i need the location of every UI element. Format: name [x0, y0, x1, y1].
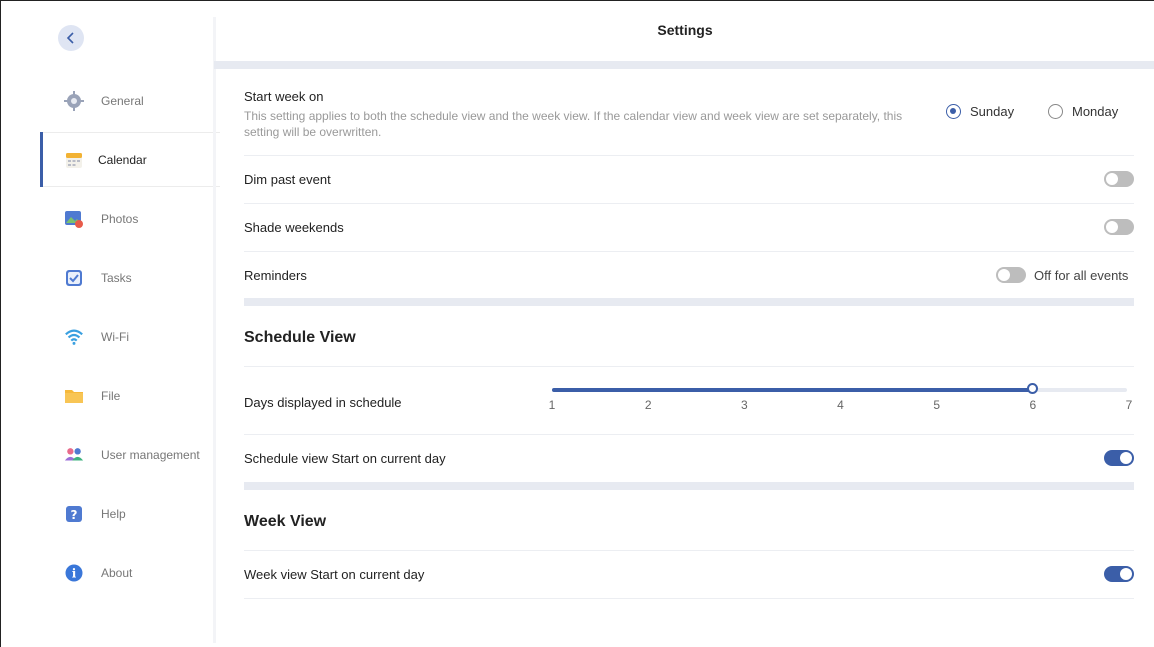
start-week-label: Start week on [244, 89, 324, 104]
photos-icon [64, 209, 84, 229]
days-slider-fill [552, 388, 1033, 392]
slider-tick-label: 5 [933, 398, 940, 412]
slider-tick-label: 2 [644, 398, 652, 412]
schedule-start-current-row: Schedule view Start on current day [244, 435, 1134, 482]
header-divider [214, 61, 1154, 69]
shade-weekends-toggle[interactable] [1104, 219, 1134, 235]
calendar-icon [64, 150, 84, 170]
gear-icon [64, 90, 84, 111]
start-week-row: Start week on This setting applies to bo… [244, 69, 1134, 156]
sidebar-item-label: User management [101, 447, 200, 462]
sidebar-item-general[interactable]: General [1, 73, 220, 128]
help-icon: ? [64, 504, 84, 524]
radio-monday-label: Monday [1072, 104, 1119, 119]
slider-tick-label: 6 [1029, 398, 1037, 412]
slider-tick-label: 4 [837, 398, 844, 412]
sidebar-item-label: General [101, 93, 144, 108]
sidebar-item-tasks[interactable]: Tasks [1, 250, 220, 305]
start-week-description: This setting applies to both the schedul… [244, 109, 903, 139]
slider-tick-label: 1 [548, 398, 556, 412]
sidebar-item-calendar[interactable]: Calendar [1, 132, 220, 187]
sidebar-item-file[interactable]: File [1, 368, 220, 423]
shade-weekends-row: Shade weekends [244, 204, 1134, 252]
sidebar-divider [213, 17, 216, 643]
back-button[interactable] [58, 25, 84, 51]
slider-tick-label: 3 [740, 398, 748, 412]
section-divider [244, 298, 1134, 306]
checkbox-icon [64, 268, 84, 288]
schedule-view-title: Schedule View [244, 329, 356, 346]
chevron-left-icon [66, 32, 74, 44]
folder-icon [64, 386, 84, 406]
sidebar-item-help[interactable]: ? Help [1, 486, 220, 541]
dim-past-label: Dim past event [244, 172, 331, 187]
radio-selected-icon [946, 104, 961, 119]
info-icon: i [64, 563, 84, 583]
sidebar-item-label: Photos [101, 211, 139, 226]
week-view-header: Week View [244, 490, 1134, 551]
radio-sunday[interactable]: Sunday [946, 104, 1014, 119]
days-slider-thumb[interactable] [1027, 383, 1039, 394]
dim-past-toggle[interactable] [1104, 171, 1134, 187]
schedule-start-current-toggle[interactable] [1104, 450, 1134, 466]
wifi-icon [64, 327, 84, 347]
sidebar: General Calendar Photos Tasks Wi-Fi File [1, 1, 220, 647]
week-start-current-label: Week view Start on current day [244, 567, 425, 582]
svg-text:i: i [72, 566, 77, 580]
schedule-view-header: Schedule View [244, 306, 1134, 367]
page-title: Settings [657, 22, 713, 38]
reminders-label: Reminders [244, 268, 307, 283]
users-icon [64, 445, 84, 465]
sidebar-item-label: Wi-Fi [101, 329, 129, 344]
week-start-current-toggle[interactable] [1104, 566, 1134, 582]
sidebar-item-photos[interactable]: Photos [1, 191, 220, 246]
week-start-current-row: Week view Start on current day [244, 551, 1134, 599]
section-divider [244, 482, 1134, 490]
radio-sunday-label: Sunday [970, 104, 1015, 119]
dim-past-row: Dim past event [244, 156, 1134, 204]
sidebar-item-label: Help [101, 506, 126, 521]
svg-text:?: ? [71, 508, 78, 522]
sidebar-item-user-management[interactable]: User management [1, 427, 220, 482]
slider-tick-label: 7 [1125, 398, 1133, 412]
sidebar-item-label: File [101, 388, 121, 403]
active-indicator [40, 132, 43, 187]
sidebar-item-label: About [101, 565, 133, 580]
radio-monday[interactable]: Monday [1048, 104, 1118, 119]
week-view-title: Week View [244, 513, 327, 530]
reminders-status: Off for all events [1034, 268, 1129, 283]
shade-weekends-label: Shade weekends [244, 220, 344, 235]
reminders-toggle[interactable] [996, 267, 1026, 283]
days-displayed-row: Days displayed in schedule 1 2 3 4 5 6 7 [244, 367, 1134, 435]
sidebar-item-wifi[interactable]: Wi-Fi [1, 309, 220, 364]
days-displayed-label: Days displayed in schedule [244, 395, 402, 410]
schedule-start-current-label: Schedule view Start on current day [244, 451, 446, 466]
sidebar-item-label: Tasks [101, 270, 132, 285]
radio-unselected-icon [1048, 104, 1063, 119]
reminders-row: Reminders Off for all events [244, 252, 1134, 298]
sidebar-item-about[interactable]: i About [1, 545, 220, 600]
sidebar-item-label: Calendar [98, 152, 147, 167]
